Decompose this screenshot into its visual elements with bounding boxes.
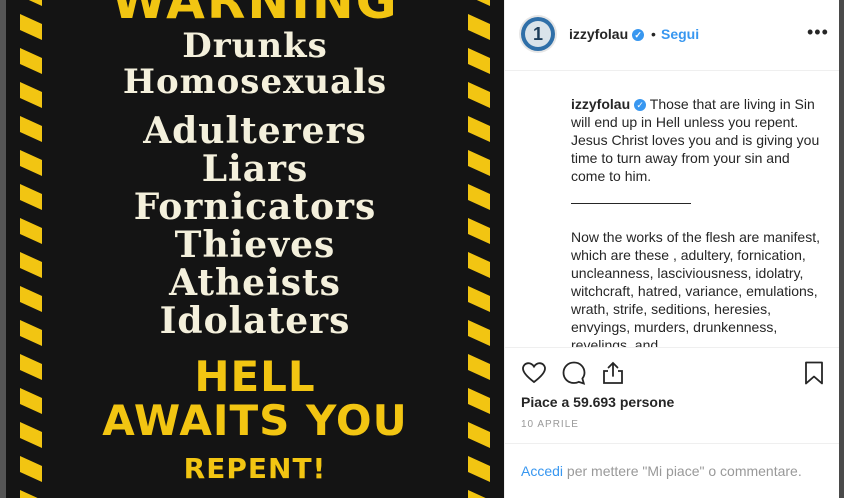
- verified-badge-icon: ✓: [634, 99, 647, 111]
- poster-word-adulterers: Adulterers: [143, 110, 367, 152]
- more-options-icon[interactable]: •••: [807, 22, 829, 43]
- poster-word-drunks: Drunks: [182, 26, 328, 66]
- follow-button[interactable]: Segui: [661, 26, 699, 42]
- header-separator: •: [651, 26, 656, 42]
- username-link[interactable]: izzyfolau ✓: [569, 26, 645, 42]
- comments-section[interactable]: izzyfolau ✓ Those that are living in Sin …: [505, 71, 839, 347]
- poster-repent: REPENT!: [183, 452, 327, 485]
- caption-paragraph-2: Now the works of the flesh are manifest,…: [571, 229, 820, 347]
- heart-icon[interactable]: [521, 360, 547, 386]
- poster-word-idolaters: Idolaters: [159, 300, 351, 342]
- post-panel: 1 izzyfolau ✓ • Segui ••• izzyfolau ✓ Thos…: [504, 0, 839, 498]
- post-actions: Piace a 59.693 persone 10 APRILE: [505, 347, 839, 444]
- post-header: 1 izzyfolau ✓ • Segui •••: [505, 0, 839, 71]
- login-prompt-text: per mettere "Mi piace" o commentare.: [563, 463, 802, 479]
- login-link[interactable]: Accedi: [521, 463, 563, 479]
- login-prompt: Accedi per mettere "Mi piace" o commenta…: [521, 463, 802, 479]
- poster-word-homosexuals: Homosexuals: [122, 62, 388, 102]
- username-text: izzyfolau: [569, 26, 629, 42]
- post-image[interactable]: WARNING Drunks Homosexuals Adulterers Li…: [6, 0, 504, 498]
- poster-headline-awaits: AWAITS YOU: [102, 396, 408, 445]
- poster-word-thieves: Thieves: [174, 224, 336, 266]
- post-date[interactable]: 10 APRILE: [521, 419, 579, 430]
- avatar-glyph: 1: [525, 21, 551, 47]
- poster-word-atheists: Atheists: [169, 262, 341, 304]
- avatar[interactable]: 1: [521, 17, 555, 51]
- caption-divider: [571, 203, 691, 204]
- poster-word-liars: Liars: [201, 148, 309, 190]
- comment-icon[interactable]: [561, 360, 587, 386]
- caption-username[interactable]: izzyfolau: [571, 96, 630, 112]
- poster-word-fornicators: Fornicators: [133, 186, 377, 228]
- bookmark-icon[interactable]: [801, 360, 827, 386]
- post-caption: izzyfolau ✓ Those that are living in Sin …: [571, 95, 823, 347]
- verified-badge-icon: ✓: [632, 29, 645, 41]
- share-icon[interactable]: [600, 360, 626, 386]
- poster-headline-hell: HELL: [194, 352, 316, 401]
- likes-count[interactable]: Piace a 59.693 persone: [521, 394, 674, 410]
